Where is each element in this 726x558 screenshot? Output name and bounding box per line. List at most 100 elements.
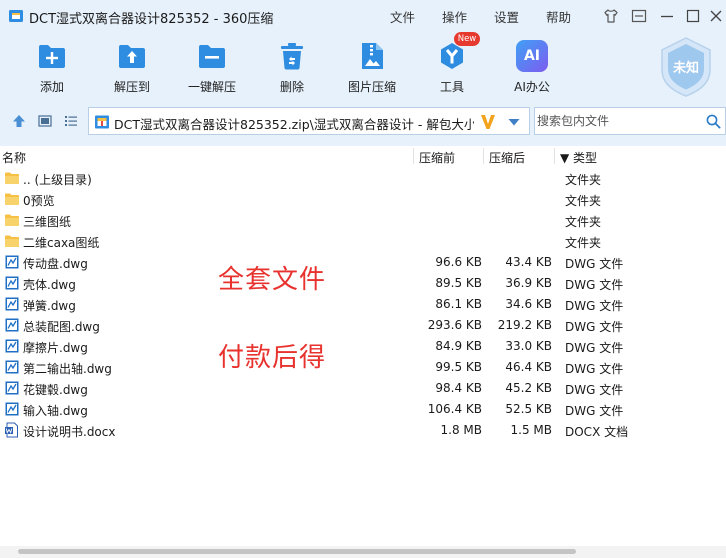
- search-box[interactable]: [534, 107, 726, 135]
- window-title: DCT湿式双离合器设计825352 - 360压缩: [29, 12, 274, 27]
- file-name: 三维图纸: [23, 215, 72, 229]
- dwg-file-icon: [5, 318, 19, 332]
- table-row[interactable]: 输入轴.dwg 106.4 KB 52.5 KB DWG 文件: [0, 399, 726, 420]
- archive-icon: [95, 115, 109, 129]
- table-row[interactable]: 总装配图.dwg 293.6 KB 219.2 KB DWG 文件: [0, 315, 726, 336]
- menu-help[interactable]: 帮助: [546, 7, 571, 26]
- column-type[interactable]: ▼ 类型: [560, 149, 597, 166]
- file-type: DOCX 文档: [565, 425, 629, 439]
- dropdown-arrow-icon[interactable]: [507, 116, 521, 128]
- file-type: DWG 文件: [565, 278, 624, 292]
- file-compressed-size: 36.9 KB: [505, 276, 552, 290]
- search-input[interactable]: [535, 108, 701, 134]
- header-area: DCT湿式双离合器设计825352 - 360压缩 文件 操作 设置 帮助 添加…: [0, 0, 726, 146]
- file-compressed-size: 45.2 KB: [505, 381, 552, 395]
- menu-operation[interactable]: 操作: [442, 7, 467, 26]
- menu-settings[interactable]: 设置: [494, 7, 519, 26]
- column-name[interactable]: 名称: [2, 149, 26, 166]
- overlay-text-pay-after: 付款后得: [218, 343, 327, 373]
- file-name: 摩擦片.dwg: [23, 341, 88, 355]
- folder-icon: [5, 193, 19, 205]
- column-packed[interactable]: 压缩前: [419, 149, 455, 166]
- column-size[interactable]: 压缩后: [489, 149, 525, 166]
- file-name: 0预览: [23, 194, 55, 208]
- file-type: DWG 文件: [565, 320, 624, 334]
- dwg-file-icon: [5, 360, 19, 374]
- dwg-file-icon: [5, 255, 19, 269]
- address-bar[interactable]: DCT湿式双离合器设计825352.zip\湿式双离合器设计 - 解包大小为 1: [88, 107, 530, 135]
- file-packed-size: 86.1 KB: [435, 297, 482, 311]
- file-type: DWG 文件: [565, 299, 624, 313]
- overlay-text-full-set: 全套文件: [218, 265, 327, 295]
- tools-label: 工具: [439, 80, 464, 94]
- skin-shirt-icon[interactable]: [602, 7, 620, 25]
- menu-box-icon[interactable]: [630, 7, 648, 25]
- image-compress-button[interactable]: 图片压缩: [337, 38, 407, 102]
- file-name: 设计说明书.docx: [23, 425, 116, 439]
- dwg-file-icon: [5, 276, 19, 290]
- add-label: 添加: [39, 80, 64, 94]
- table-row[interactable]: 传动盘.dwg 96.6 KB 43.4 KB DWG 文件: [0, 252, 726, 273]
- scrollbar-thumb[interactable]: [18, 549, 576, 554]
- column-header: 名称 压缩前 压缩后 ▼ 类型: [0, 146, 726, 166]
- new-badge-text: New: [457, 34, 477, 44]
- app-logo-icon: [9, 10, 23, 22]
- file-name: 第二输出轴.dwg: [23, 362, 112, 376]
- maximize-icon[interactable]: [684, 7, 702, 25]
- table-row[interactable]: 弹簧.dwg 86.1 KB 34.6 KB DWG 文件: [0, 294, 726, 315]
- table-row[interactable]: 三维图纸 文件夹: [0, 210, 726, 231]
- table-row[interactable]: .. (上级目录) 文件夹: [0, 168, 726, 189]
- table-row[interactable]: 花键毂.dwg 98.4 KB 45.2 KB DWG 文件: [0, 378, 726, 399]
- column-separator: [554, 148, 555, 164]
- minimize-icon[interactable]: [658, 7, 676, 25]
- one-click-extract-icon: [199, 45, 225, 68]
- file-name: 壳体.dwg: [23, 278, 76, 292]
- delete-icon: [281, 43, 303, 70]
- image-compress-icon: [362, 43, 383, 69]
- column-separator: [483, 148, 484, 164]
- folder-icon: [5, 214, 19, 226]
- file-list: .. (上级目录) 文件夹 0预览 文件夹 三维图纸 文件夹 二维caxa图纸 文件夹 传动盘.…: [0, 168, 726, 546]
- file-name: 总装配图.dwg: [23, 320, 100, 334]
- table-row[interactable]: 壳体.dwg 89.5 KB 36.9 KB DWG 文件: [0, 273, 726, 294]
- file-name: 花键毂.dwg: [23, 383, 88, 397]
- ai-office-label: AI办公: [514, 80, 550, 94]
- search-icon[interactable]: [706, 114, 721, 129]
- file-type: DWG 文件: [565, 341, 624, 355]
- file-compressed-size: 33.0 KB: [505, 339, 552, 353]
- file-compressed-size: 219.2 KB: [497, 318, 552, 332]
- file-type: 文件夹: [565, 215, 602, 229]
- ai-office-icon: AI: [516, 40, 548, 72]
- table-row[interactable]: 0预览 文件夹: [0, 189, 726, 210]
- add-button[interactable]: 添加: [17, 38, 87, 102]
- table-row[interactable]: 设计说明书.docx 1.8 MB 1.5 MB DOCX 文档: [0, 420, 726, 441]
- ai-office-button[interactable]: AI AI办公: [497, 38, 567, 102]
- ai-icon-text: AI: [523, 48, 541, 64]
- image-compress-label: 图片压缩: [347, 80, 396, 94]
- tools-button[interactable]: New 工具: [417, 32, 487, 102]
- one-click-extract-label: 一键解压: [187, 80, 236, 94]
- menu-file[interactable]: 文件: [390, 7, 415, 26]
- file-name: 弹簧.dwg: [23, 299, 76, 313]
- extract-to-button[interactable]: 解压到: [97, 38, 167, 102]
- table-row[interactable]: 二维caxa图纸 文件夹: [0, 231, 726, 252]
- file-packed-size: 106.4 KB: [427, 402, 482, 416]
- one-click-extract-button[interactable]: 一键解压: [177, 38, 247, 102]
- horizontal-scrollbar[interactable]: [0, 546, 726, 558]
- table-row[interactable]: 摩擦片.dwg 84.9 KB 33.0 KB DWG 文件: [0, 336, 726, 357]
- vip-status-badge[interactable]: 未知: [657, 36, 715, 98]
- list-view-icon[interactable]: [64, 114, 78, 128]
- arrow-up-icon[interactable]: [11, 113, 27, 129]
- file-packed-size: 98.4 KB: [435, 381, 482, 395]
- address-path: DCT湿式双离合器设计825352.zip\湿式双离合器设计 - 解包大小为 1: [114, 117, 474, 132]
- close-icon[interactable]: [707, 7, 725, 25]
- title-bar: DCT湿式双离合器设计825352 - 360压缩 文件 操作 设置 帮助: [0, 0, 726, 32]
- file-name: 二维caxa图纸: [23, 236, 100, 250]
- table-row[interactable]: 第二输出轴.dwg 99.5 KB 46.4 KB DWG 文件: [0, 357, 726, 378]
- file-type: DWG 文件: [565, 404, 624, 418]
- file-type: DWG 文件: [565, 257, 624, 271]
- file-packed-size: 293.6 KB: [427, 318, 482, 332]
- delete-button[interactable]: 删除: [257, 38, 327, 102]
- thumbnail-view-icon[interactable]: [38, 114, 52, 128]
- delete-label: 删除: [279, 80, 304, 94]
